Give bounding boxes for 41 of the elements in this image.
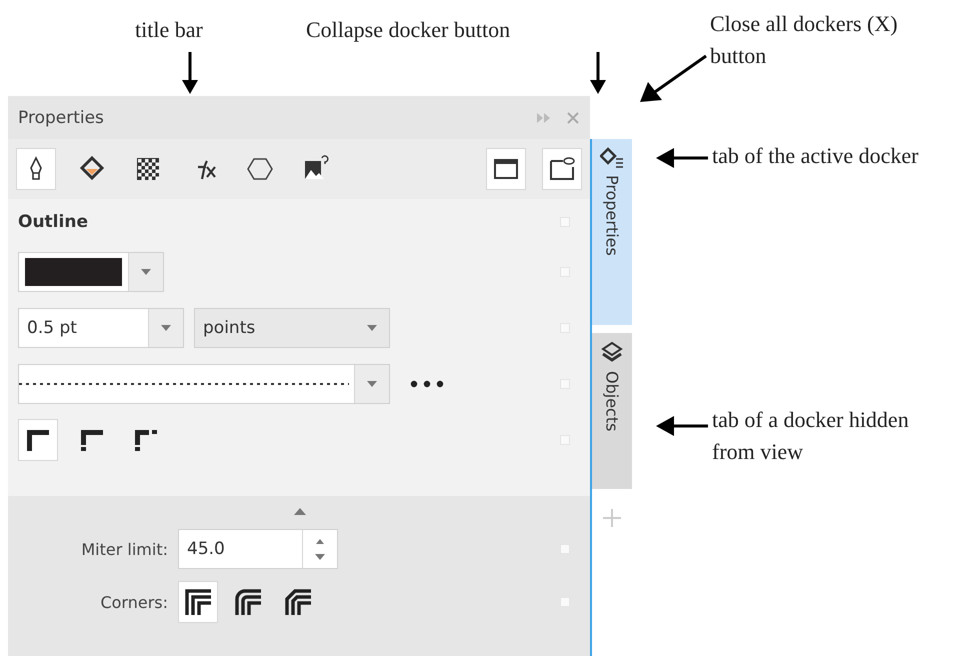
line-cap-button[interactable] [18,419,58,461]
frame-eye-icon [548,155,576,183]
caret-icon [367,325,377,331]
round-corner-icon [233,587,263,617]
section-title: Outline [18,212,88,232]
corner-button[interactable] [178,581,218,623]
annotation-arrow [182,52,198,94]
checkerboard-icon [134,155,162,183]
color-picker[interactable] [18,252,164,292]
annotation-arrow [590,52,606,94]
annotation-arrow [656,148,708,168]
toolbar-button[interactable] [542,148,582,190]
toolbar-tab[interactable] [16,148,56,190]
docker-tab[interactable]: Objects [592,333,632,489]
miter-label: Miter limit: [80,540,168,558]
paint-bucket-icon [78,155,106,183]
width-field[interactable]: 0.5 pt [18,308,184,348]
caret-icon [315,554,325,560]
toolbar-button[interactable] [486,148,526,190]
annotation-text: Collapse docker button [306,16,512,44]
spin-up-icon[interactable] [316,538,324,544]
annotation-text: tab of a docker hidden from view [712,406,910,466]
docker-tab[interactable]: Properties [592,139,632,325]
caret-icon [141,269,151,275]
miter-corner-icon [183,587,213,617]
annotation-arrow [640,54,707,102]
line-style-dropdown[interactable] [18,364,390,404]
annotation-arrow [656,416,708,436]
expand-up-icon[interactable] [294,508,306,515]
caret-icon [367,381,377,387]
annotation-text: Close all dockers (X) button [710,10,899,70]
properties-icon [600,147,624,169]
annotation-text: tab of the active docker [712,142,920,170]
caret-icon [161,325,171,331]
miter-spinbox[interactable]: 45.0 [178,529,338,569]
annotation-text: title bar [135,16,204,44]
bevel-corner-icon [283,587,313,617]
units-dropdown[interactable]: points [194,308,390,348]
docker-title: Properties [18,108,105,128]
corners-label: Corners: [99,592,168,612]
more-dots-icon[interactable] [410,380,444,388]
